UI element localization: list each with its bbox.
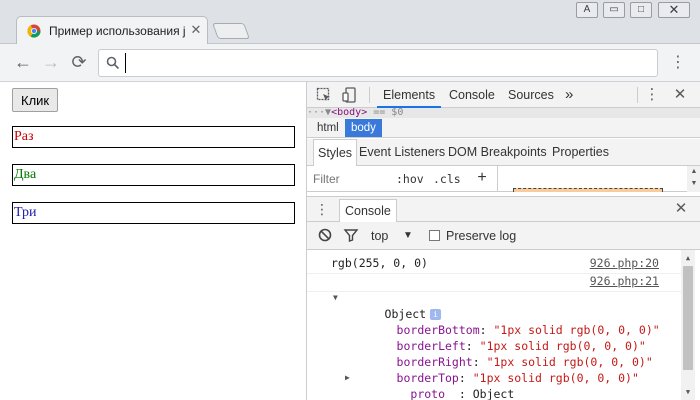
- devtools-menu-icon[interactable]: ⋮: [643, 86, 661, 104]
- tab-event-listeners[interactable]: Event Listeners: [359, 139, 445, 166]
- close-drawer-icon[interactable]: ✕: [673, 200, 689, 218]
- maximize-button[interactable]: □: [630, 2, 652, 18]
- proto-expand-icon[interactable]: ▶: [345, 373, 350, 382]
- close-window-button[interactable]: ✕: [658, 2, 690, 18]
- console-toolbar: top ▼ Preserve log: [307, 222, 700, 250]
- back-arrow-icon[interactable]: ←: [12, 51, 34, 73]
- proto-key: __proto__: [396, 387, 459, 400]
- text-input-3[interactable]: [12, 202, 295, 224]
- scrollbar-thumb[interactable]: [683, 266, 693, 370]
- search-icon: [106, 56, 120, 70]
- new-tab-button[interactable]: [212, 23, 250, 39]
- dom-tree-prefix: ···▼: [307, 108, 332, 118]
- proto-value: Object: [472, 387, 515, 400]
- clear-console-icon[interactable]: [317, 227, 333, 243]
- tab-close-icon[interactable]: ✕: [189, 22, 203, 38]
- class-toggle[interactable]: .cls: [433, 170, 461, 188]
- window-titlebar: Пример использования jQuery ✕ A ▭ □ ✕: [0, 0, 700, 45]
- browser-tab-active[interactable]: Пример использования jQuery ✕: [16, 16, 208, 45]
- dom-tree-ref: == $0: [367, 108, 404, 118]
- forward-arrow-icon[interactable]: →: [40, 51, 62, 73]
- console-message: rgb(255, 0, 0) 926.php:20: [307, 256, 681, 274]
- styles-pane-tabs: Styles Event Listeners DOM Breakpoints P…: [307, 139, 700, 166]
- drawer-tab-console[interactable]: Console: [339, 199, 397, 223]
- console-message-text: rgb(255, 0, 0): [331, 256, 428, 270]
- preserve-log-label: Preserve log: [446, 229, 517, 243]
- tab-console[interactable]: Console: [449, 82, 495, 108]
- click-button[interactable]: Клик: [12, 88, 59, 112]
- console-source-link[interactable]: 926.php:20: [590, 256, 659, 270]
- tab-elements[interactable]: Elements: [377, 82, 442, 108]
- devtools-panel: Elements Console Sources » ⋮ ✕ ···▼<body…: [306, 82, 700, 400]
- reload-icon[interactable]: ⟳: [68, 51, 90, 73]
- close-devtools-icon[interactable]: ✕: [671, 86, 689, 104]
- pane-divider: [497, 166, 498, 192]
- object-property: borderTop: "1px solid rgb(0, 0, 0)": [396, 371, 639, 385]
- browser-toolbar: ← → ⟳ ⋮: [0, 44, 700, 82]
- tab-properties[interactable]: Properties: [552, 139, 609, 166]
- object-property: borderBottom: "1px solid rgb(0, 0, 0)": [396, 323, 660, 337]
- breadcrumb-html[interactable]: html: [311, 119, 345, 137]
- object-collapse-icon[interactable]: ▼: [333, 293, 338, 302]
- devtools-main-toolbar: Elements Console Sources » ⋮ ✕: [307, 82, 700, 108]
- preserve-log-checkbox[interactable]: [429, 230, 440, 241]
- execution-context-select[interactable]: top: [371, 227, 388, 245]
- chrome-favicon-icon: [27, 24, 41, 38]
- object-proto[interactable]: __proto__: Object: [355, 370, 515, 400]
- console-scrollbar[interactable]: ▲ ▼: [681, 250, 695, 400]
- console-source-link[interactable]: 926.php:21: [590, 274, 659, 288]
- object-header[interactable]: Object i: [343, 290, 442, 321]
- text-input-2[interactable]: [12, 164, 295, 186]
- dom-tree-selected-row[interactable]: ···▼<body> == $0: [307, 108, 700, 118]
- object-property: borderRight: "1px solid rgb(0, 0, 0)": [396, 355, 653, 369]
- inspect-element-icon[interactable]: [315, 86, 333, 104]
- address-bar[interactable]: [98, 49, 658, 77]
- dom-tree-body-tag: <body>: [331, 108, 368, 118]
- device-toolbar-icon[interactable]: [341, 86, 359, 104]
- tab-dom-breakpoints[interactable]: DOM Breakpoints: [448, 139, 547, 166]
- hover-state-toggle[interactable]: :hov: [396, 170, 424, 188]
- styles-scrollbar[interactable]: ▲ ▼: [687, 166, 700, 192]
- text-input-1[interactable]: [12, 126, 295, 148]
- minimize-button[interactable]: ▭: [603, 2, 625, 18]
- toolbar-divider: [637, 87, 638, 103]
- toolbar-divider: [369, 87, 370, 103]
- tab-styles[interactable]: Styles: [313, 139, 358, 166]
- console-drawer-header: ⋮ Console ✕: [307, 196, 700, 223]
- browser-menu-icon[interactable]: ⋮: [670, 53, 686, 73]
- filter-icon[interactable]: [343, 227, 359, 243]
- breadcrumb: html body: [307, 118, 700, 138]
- styles-filter-input[interactable]: [313, 170, 393, 188]
- styles-filter-row: :hov .cls + ▲ ▼: [307, 166, 700, 192]
- scroll-down-icon[interactable]: ▼: [687, 178, 700, 190]
- context-dropdown-icon[interactable]: ▼: [403, 227, 413, 245]
- object-property: borderLeft: "1px solid rgb(0, 0, 0)": [396, 339, 646, 353]
- address-input[interactable]: [125, 53, 645, 73]
- breadcrumb-body[interactable]: body: [345, 119, 382, 137]
- scroll-up-icon[interactable]: ▲: [681, 252, 695, 264]
- box-model-preview: [513, 188, 663, 192]
- profile-button[interactable]: A: [576, 2, 598, 18]
- drawer-menu-icon[interactable]: ⋮: [315, 200, 329, 218]
- scroll-down-icon[interactable]: ▼: [681, 386, 695, 398]
- tab-title: Пример использования jQuery: [49, 24, 185, 38]
- page-viewport: Клик: [0, 82, 306, 400]
- new-style-rule-icon[interactable]: +: [475, 169, 489, 187]
- scroll-up-icon[interactable]: ▲: [687, 166, 700, 178]
- more-tabs-icon[interactable]: »: [565, 82, 573, 108]
- console-output: rgb(255, 0, 0) 926.php:20 926.php:21 ▼ O…: [307, 250, 700, 400]
- tab-sources[interactable]: Sources: [508, 82, 554, 108]
